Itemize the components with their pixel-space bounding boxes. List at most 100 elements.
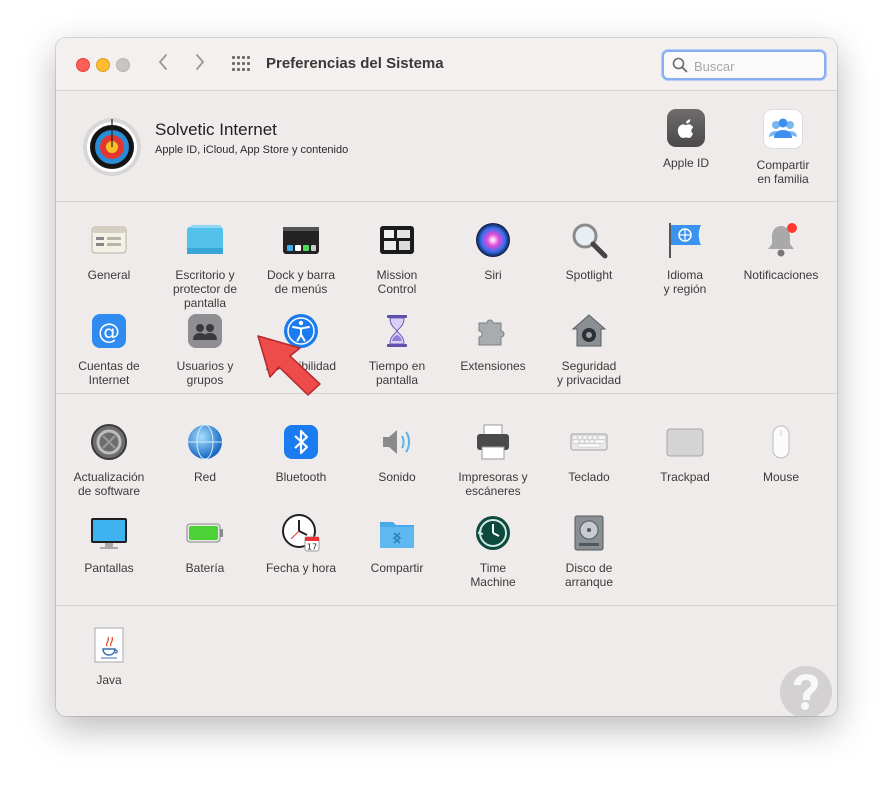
pane-date-time[interactable]: 17 Fecha y hora	[251, 513, 351, 575]
search-input[interactable]	[692, 55, 816, 77]
general-icon	[89, 220, 129, 260]
pane-label: Sonido	[378, 470, 416, 484]
pane-label: Mouse	[762, 470, 800, 484]
network-icon	[185, 422, 225, 462]
pane-label: Escritorio y protector de pantalla	[172, 268, 238, 310]
red-pointer-arrow-icon	[257, 335, 321, 396]
siri-icon	[473, 220, 513, 260]
pane-label: Siri	[484, 268, 502, 282]
pane-battery[interactable]: Batería	[155, 513, 255, 575]
software-update-icon	[89, 422, 129, 462]
pane-label: Idioma y región	[663, 268, 707, 296]
displays-icon	[89, 513, 129, 553]
language-region-icon	[665, 220, 705, 260]
pane-label: Dock y barra de menús	[266, 268, 336, 296]
pane-security-privacy[interactable]: Seguridad y privacidad	[539, 311, 639, 387]
pane-language-region[interactable]: Idioma y región	[635, 220, 735, 296]
mouse-icon	[761, 422, 801, 462]
pane-label: Red	[193, 470, 216, 484]
battery-icon	[185, 513, 225, 553]
user-name: Solvetic Internet	[155, 120, 277, 139]
pane-label: Java	[96, 673, 122, 687]
startup-disk-icon	[569, 513, 609, 553]
family-sharing-pane[interactable]: Compartir en familia	[738, 109, 828, 186]
pane-label: Notificaciones	[743, 268, 819, 282]
pane-sharing[interactable]: Compartir	[347, 513, 447, 575]
pane-label: Seguridad y privacidad	[556, 359, 622, 387]
system-preferences-window: Preferencias del Sistema Solvetic Intern…	[56, 38, 837, 716]
pane-startup-disk[interactable]: Disco de arranque	[539, 513, 639, 589]
chevron-left-icon	[158, 54, 167, 70]
pane-network[interactable]: Red	[155, 422, 255, 484]
apple-id-label: Apple ID	[662, 156, 710, 170]
pane-keyboard[interactable]: Teclado	[539, 422, 639, 484]
search-icon	[672, 57, 688, 73]
window-title: Preferencias del Sistema	[266, 55, 444, 72]
pane-sound[interactable]: Sonido	[347, 422, 447, 484]
spotlight-icon	[569, 220, 609, 260]
pane-software-update[interactable]: Actualización de software	[59, 422, 159, 498]
watermark-logo	[780, 666, 832, 716]
mission-control-icon	[377, 220, 417, 260]
forward-button[interactable]	[190, 53, 210, 75]
family-sharing-label: Compartir en familia	[756, 158, 810, 186]
sharing-icon	[377, 513, 417, 553]
minimize-button[interactable]	[96, 58, 110, 72]
pane-spotlight[interactable]: Spotlight	[539, 220, 639, 282]
svg-text:@: @	[98, 320, 120, 345]
pane-desktop-screensaver[interactable]: Escritorio y protector de pantalla	[155, 220, 255, 310]
pane-label: Trackpad	[660, 470, 710, 484]
family-sharing-icon	[763, 109, 803, 149]
pane-bluetooth[interactable]: Bluetooth	[251, 422, 351, 484]
internet-accounts-icon: @	[89, 311, 129, 351]
pane-label: Pantallas	[84, 561, 134, 575]
pane-label: Cuentas de Internet	[78, 359, 140, 387]
pane-internet-accounts[interactable]: @ Cuentas de Internet	[59, 311, 159, 387]
desktop-screensaver-icon	[185, 220, 225, 260]
pane-label: Time Machine	[470, 561, 516, 589]
sound-icon	[377, 422, 417, 462]
calendar-day-text: 17	[307, 543, 317, 552]
pane-trackpad[interactable]: Trackpad	[635, 422, 735, 484]
pane-label: Batería	[185, 561, 225, 575]
pane-label: Spotlight	[565, 268, 613, 282]
pane-label: General	[87, 268, 131, 282]
pane-printers-scanners[interactable]: Impresoras y escáneres	[443, 422, 543, 498]
pane-displays[interactable]: Pantallas	[59, 513, 159, 575]
time-machine-icon	[473, 513, 513, 553]
pane-label: Fecha y hora	[265, 561, 337, 575]
pane-label: Bluetooth	[275, 470, 327, 484]
pane-extensions[interactable]: Extensiones	[443, 311, 543, 373]
date-time-icon: 17	[281, 513, 321, 553]
printers-scanners-icon	[473, 422, 513, 462]
java-icon	[89, 625, 129, 665]
pane-label: Disco de arranque	[564, 561, 614, 589]
pane-siri[interactable]: Siri	[443, 220, 543, 282]
pane-mouse[interactable]: Mouse	[731, 422, 831, 484]
pane-time-machine[interactable]: Time Machine	[443, 513, 543, 589]
pane-label: Mission Control	[376, 268, 418, 296]
apple-id-pane[interactable]: Apple ID	[641, 109, 731, 170]
hardware-prefs-section: Actualización de software Red Bluetooth …	[56, 394, 837, 606]
close-button[interactable]	[76, 58, 90, 72]
trackpad-icon	[665, 422, 705, 462]
apple-id-icon	[667, 109, 705, 147]
back-button[interactable]	[153, 53, 173, 75]
title-bar: Preferencias del Sistema	[56, 38, 837, 91]
pane-screen-time[interactable]: Tiempo en pantalla	[347, 311, 447, 387]
pane-general[interactable]: General	[59, 220, 159, 282]
security-privacy-icon	[569, 311, 609, 351]
search-field[interactable]	[662, 50, 826, 80]
pane-label: Teclado	[568, 470, 610, 484]
pane-users-groups[interactable]: Usuarios y grupos	[155, 311, 255, 387]
users-groups-icon	[185, 311, 225, 351]
chevron-right-icon	[196, 54, 205, 70]
personal-prefs-section: General Escritorio y protector de pantal…	[56, 202, 837, 394]
pane-mission-control[interactable]: Mission Control	[347, 220, 447, 296]
pane-notifications[interactable]: Notificaciones	[731, 220, 831, 282]
pane-dock-menubar[interactable]: Dock y barra de menús	[251, 220, 351, 296]
user-avatar[interactable]	[82, 117, 142, 177]
show-all-grid-icon[interactable]	[232, 56, 250, 72]
zoom-button[interactable]	[116, 58, 130, 72]
pane-java[interactable]: Java	[59, 625, 159, 687]
